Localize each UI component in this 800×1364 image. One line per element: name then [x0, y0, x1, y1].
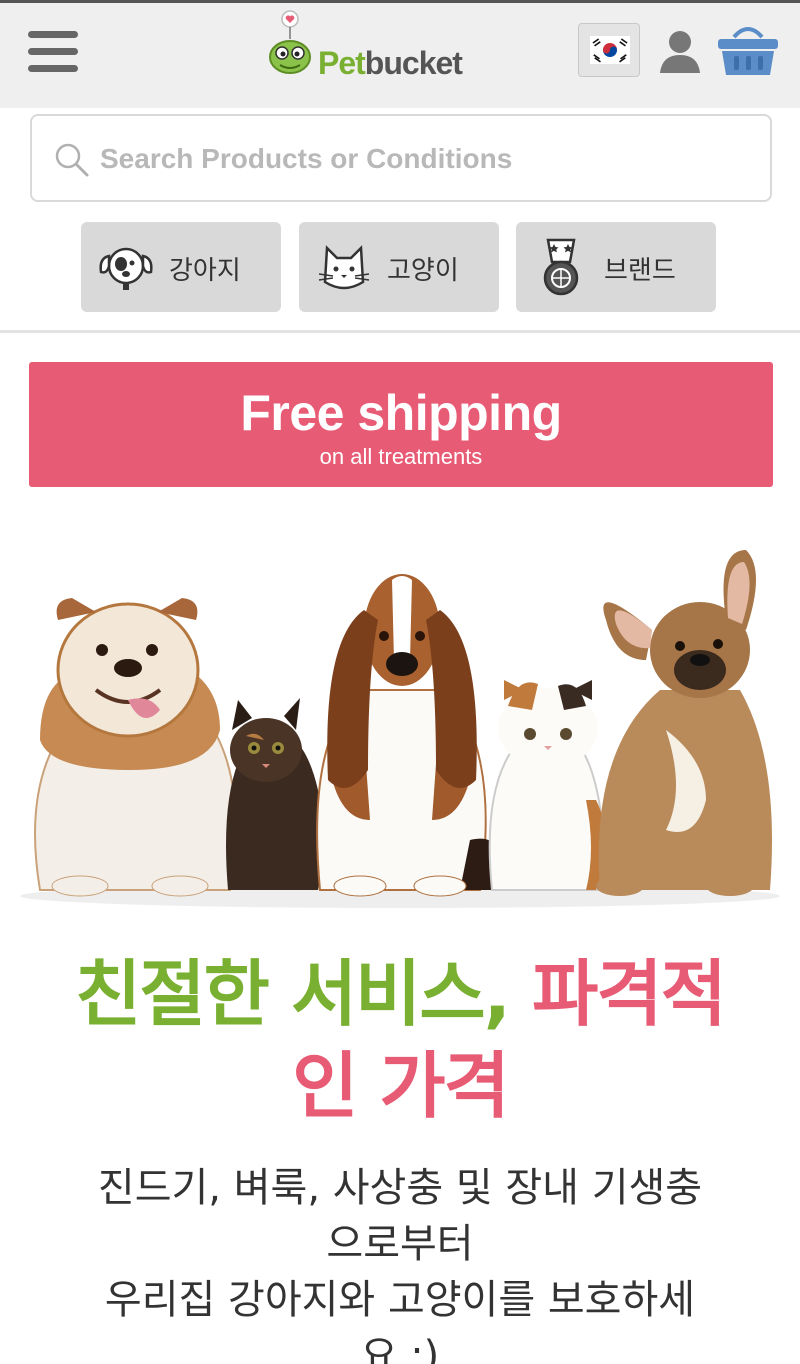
logo-text-pet: Pet [318, 45, 366, 81]
kitten-illustration [226, 698, 323, 890]
user-icon[interactable] [658, 29, 702, 75]
category-button-brand[interactable]: 브랜드 [516, 222, 716, 312]
language-selector-button[interactable] [578, 23, 640, 77]
search-box[interactable] [30, 114, 772, 202]
headline-green: 친절한 서비스, [75, 952, 511, 1036]
category-label: 강아지 [169, 256, 241, 286]
basset-hound-illustration [316, 574, 502, 897]
intro-line: 으로부터 [326, 1221, 474, 1267]
promo-title: Free shipping [240, 385, 562, 441]
headline-pink-2: 인 가격 [292, 1044, 510, 1128]
category-label: 고양이 [387, 256, 459, 286]
pets-hero-image [20, 550, 780, 908]
category-button-dog[interactable]: 강아지 [81, 222, 281, 312]
french-bulldog-illustration [596, 550, 772, 896]
medal-icon [543, 238, 579, 296]
white-cat-illustration [488, 680, 606, 891]
intro-text: 진드기, 벼룩, 사상충 및 장내 기생충 으로부터 우리집 강아지와 고양이를… [0, 1160, 800, 1364]
site-header: Petbucket [0, 3, 800, 108]
petbucket-logo[interactable]: Petbucket [266, 9, 496, 81]
search-input[interactable] [100, 134, 750, 184]
promo-subtitle: on all treatments [319, 444, 483, 469]
dog-icon [99, 247, 153, 290]
search-icon [55, 143, 89, 177]
hamburger-menu-icon[interactable] [28, 31, 78, 73]
category-label: 브랜드 [604, 256, 676, 286]
intro-line: 진드기, 벼룩, 사상충 및 장내 기생충 [97, 1165, 703, 1211]
intro-line: 요 :) [360, 1333, 440, 1364]
cat-icon [318, 245, 370, 290]
section-divider [0, 330, 800, 333]
headline: 친절한 서비스, 파격적 인 가격 [0, 948, 800, 1132]
free-shipping-banner[interactable]: Free shipping on all treatments [29, 362, 773, 487]
bulldog-illustration [34, 598, 237, 897]
logo-text-bucket: bucket [364, 45, 463, 81]
category-button-cat[interactable]: 고양이 [299, 222, 499, 312]
intro-line: 우리집 강아지와 고양이를 보호하세 [104, 1277, 696, 1323]
korea-flag-icon [590, 36, 630, 64]
headline-pink-1: 파격적 [532, 952, 727, 1036]
basket-icon[interactable] [716, 23, 780, 77]
